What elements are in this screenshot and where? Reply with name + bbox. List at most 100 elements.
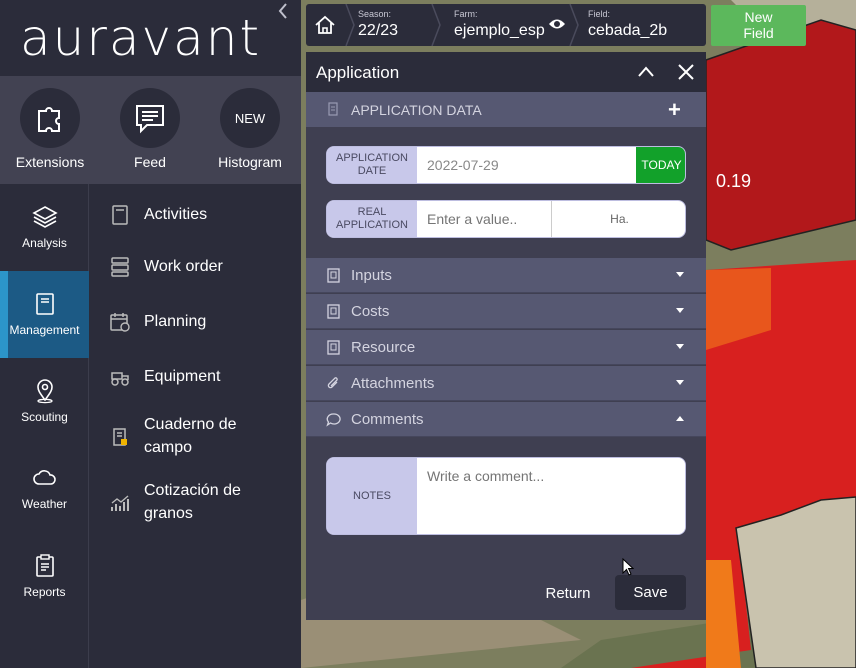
- submenu-label-line2: campo: [144, 439, 193, 456]
- application-date-row: APPLICATIONDATE TODAY: [326, 146, 686, 184]
- nav-item-reports[interactable]: Reports: [0, 533, 89, 620]
- cloud-icon: [32, 470, 56, 485]
- document-icon: [328, 102, 338, 116]
- today-button[interactable]: TODAY: [636, 147, 685, 183]
- section-resource[interactable]: Resource: [306, 330, 706, 365]
- real-application-label-line1: REAL: [357, 206, 387, 218]
- nav-item-analysis[interactable]: Analysis: [0, 184, 89, 271]
- shortcut-histogram-label: Histogram: [218, 154, 282, 170]
- season-selector[interactable]: Season: 22/23: [358, 4, 438, 46]
- farm-caption: Farm:: [454, 9, 478, 19]
- clipboard-icon: [35, 554, 54, 577]
- auravant-logo[interactable]: auravant: [20, 10, 261, 66]
- submenu-item-planning[interactable]: Planning: [90, 310, 301, 333]
- save-button[interactable]: Save: [615, 575, 686, 610]
- notes-label: NOTES: [327, 458, 417, 534]
- breadcrumb-separator: [569, 4, 579, 46]
- application-panel: Application APPLICATION DATA + APPLICATI…: [306, 52, 706, 620]
- submenu-item-activities[interactable]: Activities: [90, 203, 301, 226]
- trend-chart-icon: [111, 495, 129, 511]
- document-icon: [327, 340, 340, 355]
- chevron-up-icon[interactable]: [636, 62, 656, 82]
- nav-item-scouting[interactable]: Scouting: [0, 358, 89, 445]
- paperclip-icon: [327, 377, 338, 389]
- field-value: cebada_2b: [588, 22, 668, 39]
- document-icon: [327, 304, 340, 319]
- logo-area: auravant: [0, 0, 301, 76]
- shortcut-extensions[interactable]: Extensions: [0, 88, 100, 170]
- section-comments[interactable]: Comments: [306, 402, 706, 437]
- new-field-label-line1: New: [744, 9, 773, 25]
- submenu-label: Work order: [144, 258, 223, 275]
- location-pin-icon: [36, 379, 53, 404]
- section-label: Costs: [351, 303, 390, 320]
- home-button[interactable]: [306, 4, 344, 46]
- nav-item-label: Analysis: [22, 236, 67, 250]
- application-date-label-line1: APPLICATION: [336, 152, 408, 164]
- nav-item-label: Reports: [23, 585, 66, 599]
- season-caption: Season:: [358, 9, 392, 19]
- section-label: Inputs: [351, 267, 392, 284]
- shortcuts-bar: Extensions Feed NEW Histogram: [0, 76, 301, 184]
- breadcrumb-separator: [345, 4, 355, 46]
- section-costs[interactable]: Costs: [306, 294, 706, 329]
- speech-bubble-icon: [326, 413, 341, 427]
- application-date-label-line2: DATE: [357, 165, 387, 177]
- season-value: 22/23: [358, 22, 399, 39]
- chevron-down-icon: [676, 272, 684, 277]
- add-icon[interactable]: +: [668, 97, 681, 123]
- top-context-bar: Season: 22/23 Farm: ejemplo_esp Field: c…: [306, 4, 706, 46]
- nav-item-management[interactable]: Management: [0, 271, 89, 358]
- field-caption: Field:: [588, 9, 611, 19]
- new-field-label-line2: Field: [743, 25, 774, 41]
- real-application-input[interactable]: [417, 201, 551, 237]
- document-icon: [327, 268, 340, 283]
- layers-icon: [31, 206, 58, 228]
- comment-textarea[interactable]: [417, 458, 685, 534]
- mouse-cursor-icon: [622, 558, 634, 576]
- chevron-down-icon: [676, 308, 684, 313]
- application-date-input[interactable]: [417, 147, 636, 183]
- notes-row: NOTES: [326, 457, 686, 535]
- chevron-down-icon: [676, 380, 684, 385]
- eye-icon[interactable]: [548, 17, 566, 31]
- main-nav-rail: Analysis Management Scouting Weather Rep…: [0, 184, 89, 668]
- submenu-label-line1: Cotización de: [144, 482, 241, 499]
- submenu-item-cuaderno-de-campo[interactable]: Cuaderno de campo: [90, 413, 301, 461]
- collapse-sidebar-icon[interactable]: [278, 2, 288, 25]
- application-date-label: APPLICATION DATE: [327, 147, 417, 183]
- nav-item-label: Management: [9, 323, 80, 337]
- submenu-item-cotizacion-de-granos[interactable]: Cotización de granos: [90, 479, 301, 527]
- unit-selector[interactable]: Ha.: [551, 201, 685, 237]
- shortcut-histogram[interactable]: NEW Histogram: [200, 88, 300, 170]
- submenu-label-line2: granos: [144, 505, 193, 522]
- section-attachments[interactable]: Attachments: [306, 366, 706, 401]
- submenu-item-equipment[interactable]: Equipment: [90, 365, 301, 388]
- real-application-label: REAL APPLICATION: [327, 201, 417, 237]
- new-field-button[interactable]: New Field: [711, 5, 806, 46]
- field-selector[interactable]: Field: cebada_2b: [588, 4, 698, 46]
- field-book-icon: [113, 428, 127, 446]
- chevron-up-icon: [676, 416, 684, 421]
- server-list-icon: [111, 257, 129, 277]
- close-icon[interactable]: [676, 62, 696, 82]
- home-icon: [315, 15, 335, 34]
- breadcrumb-separator: [431, 4, 441, 46]
- chat-icon: [120, 88, 180, 148]
- nav-item-label: Weather: [21, 497, 68, 511]
- tractor-icon: [111, 372, 129, 386]
- application-data-label: APPLICATION DATA: [351, 102, 482, 118]
- puzzle-icon: [20, 88, 80, 148]
- new-badge: NEW: [220, 88, 280, 148]
- nav-item-weather[interactable]: Weather: [0, 445, 89, 532]
- submenu-item-work-order[interactable]: Work order: [90, 255, 301, 278]
- section-inputs[interactable]: Inputs: [306, 258, 706, 293]
- shortcut-extensions-label: Extensions: [15, 154, 85, 170]
- return-button[interactable]: Return: [538, 576, 598, 610]
- application-data-header: APPLICATION DATA +: [306, 92, 706, 127]
- farm-value: ejemplo_esp: [454, 22, 545, 39]
- shortcut-feed[interactable]: Feed: [100, 88, 200, 170]
- notebook-icon: [35, 293, 54, 315]
- notebook-icon: [112, 205, 128, 225]
- section-label: Resource: [351, 339, 416, 356]
